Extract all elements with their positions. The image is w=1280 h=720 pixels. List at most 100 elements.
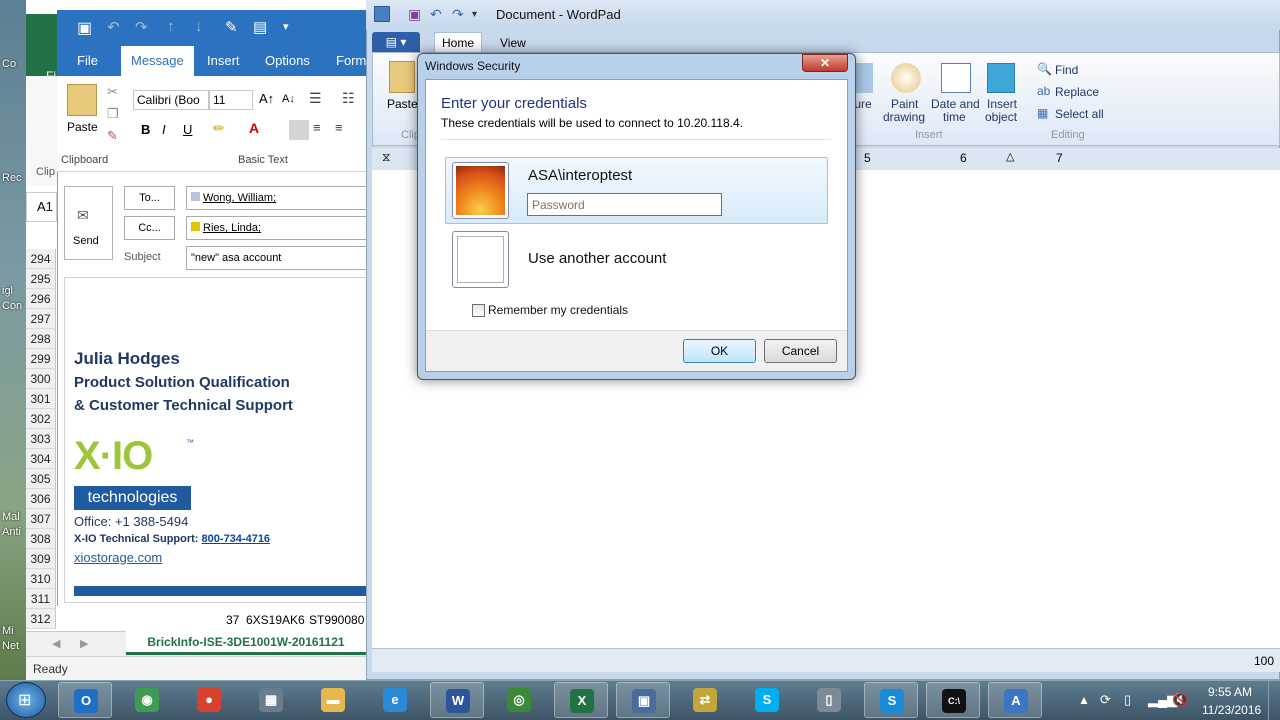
password-input[interactable] xyxy=(527,193,722,216)
numbering-icon[interactable]: ☷ xyxy=(342,90,355,107)
undo-icon[interactable]: ↶ xyxy=(430,6,442,23)
bullets-icon[interactable]: ☰ xyxy=(309,90,322,107)
taskbar-viewer-button[interactable]: ◎ xyxy=(492,682,546,718)
excel-row-header[interactable]: 301 xyxy=(26,389,56,409)
desktop-icon-label[interactable]: Mal xyxy=(2,511,20,523)
excel-row-header[interactable]: 302 xyxy=(26,409,56,429)
taskbar-excel-button[interactable]: X xyxy=(554,682,608,718)
excel-row-header[interactable]: 295 xyxy=(26,269,56,289)
cc-field[interactable]: Ries, Linda; xyxy=(186,216,367,240)
redo-icon[interactable]: ↷ xyxy=(452,6,464,23)
cc-recipient[interactable]: Ries, Linda; xyxy=(203,222,261,234)
desktop-icon-label[interactable]: Mi xyxy=(2,625,14,637)
shrink-font-icon[interactable]: A↓ xyxy=(282,93,295,105)
excel-row-header[interactable]: 306 xyxy=(26,489,56,509)
format-painter-icon[interactable]: ✎ xyxy=(225,18,238,36)
excel-row-header[interactable]: 307 xyxy=(26,509,56,529)
redo-icon[interactable]: ↷ xyxy=(135,18,148,36)
taskbar-network-map-button[interactable]: ⇄ xyxy=(678,682,732,718)
excel-cell[interactable]: 6XS19AK6 xyxy=(246,613,305,627)
font-name-select[interactable]: Calibri (Boo xyxy=(133,90,209,110)
cut-icon[interactable]: ✂ xyxy=(107,84,118,100)
start-button[interactable]: ⊞ xyxy=(6,682,46,718)
desktop-icon-label[interactable]: Co xyxy=(2,58,16,70)
customize-dropdown-icon[interactable]: ▾ xyxy=(283,20,289,33)
subject-field[interactable]: "new" asa account xyxy=(186,246,367,270)
taskbar-cmd-button[interactable]: C:\ xyxy=(926,682,980,718)
undo-icon[interactable]: ↶ xyxy=(107,18,120,36)
taskbar-remote-button[interactable]: ▣ xyxy=(616,682,670,718)
italic-button[interactable]: I xyxy=(162,122,166,137)
excel-row-header[interactable]: 304 xyxy=(26,449,56,469)
tab-message[interactable]: Message xyxy=(121,46,194,76)
sheet-tab[interactable]: BrickInfo-ISE-3DE1001W-20161121 xyxy=(126,631,366,655)
website-link[interactable]: xiostorage.com xyxy=(74,550,162,565)
desktop-icon-label[interactable]: Anti xyxy=(2,526,21,538)
excel-row-header[interactable]: 311 xyxy=(26,589,56,609)
sheet-prev-arrow-icon[interactable]: ◀ xyxy=(52,637,60,650)
paste-button[interactable]: Paste xyxy=(387,97,418,111)
tab-view[interactable]: View xyxy=(500,36,526,50)
excel-row-header[interactable]: 294 xyxy=(26,249,56,269)
insert-object-label-2[interactable]: object xyxy=(985,110,1017,124)
font-color-icon[interactable]: A xyxy=(249,120,259,136)
down-arrow-icon[interactable]: ↓ xyxy=(195,18,203,35)
font-size-select[interactable]: 11 xyxy=(209,90,253,110)
tab-file[interactable]: File xyxy=(67,46,108,76)
clipboard-icon[interactable]: ▤ xyxy=(253,18,267,36)
picture-icon[interactable] xyxy=(855,63,873,93)
paint-drawing-label-2[interactable]: drawing xyxy=(883,110,925,124)
align-center-icon[interactable]: ≡ xyxy=(313,120,321,135)
taskbar-skype-business-button[interactable]: S xyxy=(864,682,918,718)
excel-row-header[interactable]: 297 xyxy=(26,309,56,329)
save-icon[interactable]: ▣ xyxy=(77,18,92,38)
clock-date[interactable]: 11/23/2016 xyxy=(1202,703,1261,717)
wordpad-app-icon[interactable] xyxy=(374,6,390,22)
replace-button[interactable]: Replace xyxy=(1055,85,1099,99)
send-button[interactable]: ✉ Send xyxy=(64,186,113,260)
replace-icon[interactable]: ab xyxy=(1037,84,1050,98)
desktop-icon-label[interactable]: Net xyxy=(2,640,19,652)
taskbar-word-button[interactable]: W xyxy=(430,682,484,718)
to-recipient[interactable]: Wong, William; xyxy=(203,192,276,204)
cc-button[interactable]: Cc... xyxy=(124,216,175,240)
other-account-avatar[interactable] xyxy=(452,231,509,288)
insert-object-icon[interactable] xyxy=(987,63,1015,93)
right-indent-marker-icon[interactable]: △ xyxy=(1006,150,1014,163)
dialog-close-button[interactable]: ✕ xyxy=(802,54,848,72)
insert-object-label-1[interactable]: Insert xyxy=(987,97,1017,111)
indent-marker-icon[interactable]: ⧖ xyxy=(382,150,390,165)
excel-row-header[interactable]: 300 xyxy=(26,369,56,389)
paste-icon[interactable] xyxy=(67,84,97,116)
select-all-button[interactable]: Select all xyxy=(1055,107,1104,121)
excel-row-header[interactable]: 310 xyxy=(26,569,56,589)
to-button[interactable]: To... xyxy=(124,186,175,210)
desktop-icon-label[interactable]: Rec xyxy=(2,172,22,184)
desktop-icon-label[interactable]: Con xyxy=(2,300,22,312)
taskbar-wordpad-button[interactable]: A xyxy=(988,682,1042,718)
paint-drawing-label-1[interactable]: Paint xyxy=(891,97,918,111)
paste-icon[interactable] xyxy=(389,61,415,93)
excel-row-header[interactable]: 296 xyxy=(26,289,56,309)
find-icon[interactable]: 🔍 xyxy=(1037,62,1052,76)
excel-row-header[interactable]: 298 xyxy=(26,329,56,349)
wordpad-menu-button[interactable]: ▤ ▾ xyxy=(372,32,420,52)
paste-button[interactable]: Paste xyxy=(67,120,98,134)
tab-insert[interactable]: Insert xyxy=(197,46,250,76)
copy-icon[interactable]: ❐ xyxy=(107,106,119,122)
clock-time[interactable]: 9:55 AM xyxy=(1208,685,1252,699)
taskbar-skype-button[interactable]: S xyxy=(740,682,794,718)
wordpad-window-controls[interactable] xyxy=(1240,0,1280,30)
bold-button[interactable]: B xyxy=(141,122,150,137)
customize-dropdown-icon[interactable]: ▾ xyxy=(472,9,477,20)
excel-row-header[interactable]: 309 xyxy=(26,549,56,569)
highlight-icon[interactable]: ✏ xyxy=(213,120,225,137)
format-painter-icon[interactable]: ✎ xyxy=(107,128,118,144)
excel-row-header[interactable]: 303 xyxy=(26,429,56,449)
find-button[interactable]: Find xyxy=(1055,63,1078,77)
taskbar-chrome-button[interactable]: ● xyxy=(182,682,236,718)
ok-button[interactable]: OK xyxy=(683,339,756,363)
excel-row-header[interactable]: 305 xyxy=(26,469,56,489)
select-all-icon[interactable]: ▦ xyxy=(1037,106,1048,120)
excel-row-header[interactable]: 308 xyxy=(26,529,56,549)
